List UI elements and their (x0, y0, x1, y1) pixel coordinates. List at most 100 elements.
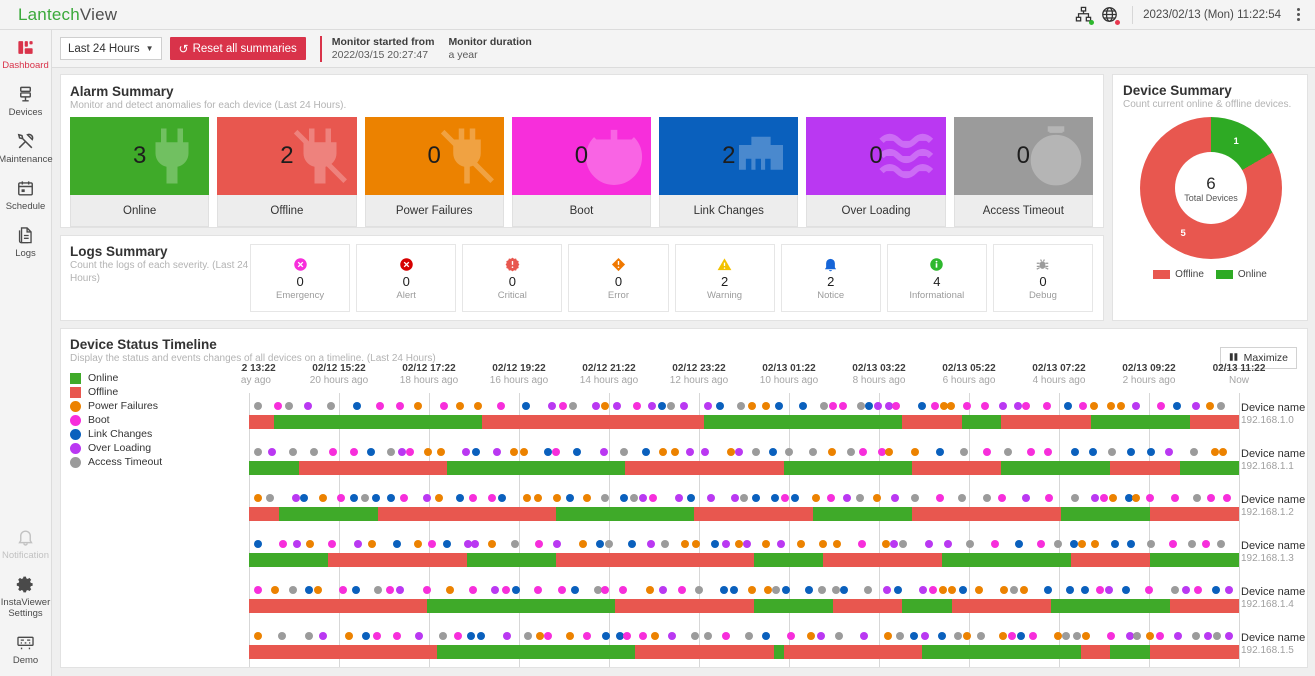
timeline-status-segment (754, 599, 833, 613)
globe-icon[interactable] (1096, 2, 1122, 28)
log-card-alert[interactable]: 0Alert (356, 244, 456, 312)
sidebar-item-schedule[interactable]: Schedule (0, 171, 52, 218)
timeline-event-dot (840, 586, 848, 594)
alarm-card-body: 0 (954, 117, 1093, 195)
alarm-card-link-changes[interactable]: 2Link Changes (659, 117, 798, 227)
log-card-warning[interactable]: 2Warning (675, 244, 775, 312)
timeline-legend-label: Power Failures (88, 400, 158, 412)
timeline-event-dot (553, 540, 561, 548)
timeline-event-dot (353, 402, 361, 410)
log-card-debug[interactable]: 0Debug (993, 244, 1093, 312)
donut-ring[interactable]: 1 5 6 Total Devices (1140, 117, 1282, 259)
timeline-event-dot (274, 402, 282, 410)
timeline-event-dot (289, 586, 297, 594)
timeline-status-segment (1091, 415, 1190, 429)
timeline-event-dot (544, 632, 552, 640)
more-options-icon[interactable] (1287, 2, 1309, 28)
sidebar-item-instaviewer-settings[interactable]: InstaViewerSettings (0, 567, 52, 625)
legend-item-online[interactable]: Online (1216, 269, 1267, 280)
timeline-device-entry[interactable]: Device name 5192.168.1.5 (1241, 623, 1308, 668)
alarm-card-boot[interactable]: 0Boot (512, 117, 651, 227)
alarm-card-over-loading[interactable]: 0Over Loading (806, 117, 945, 227)
sidebar-item-demo[interactable]: Demo (0, 625, 52, 672)
timeline-legend-item-offline[interactable]: Offline (70, 385, 240, 399)
log-card-label: Alert (396, 290, 416, 301)
timeline-event-dot (472, 448, 480, 456)
network-icon[interactable] (1070, 2, 1096, 28)
timeline-device-entry[interactable]: Device name 3192.168.1.3 (1241, 531, 1308, 577)
log-card-emergency[interactable]: 0Emergency (250, 244, 350, 312)
alarm-card-access-timeout[interactable]: 0Access Timeout (954, 117, 1093, 227)
timeline-event-dot (467, 632, 475, 640)
timeline-row[interactable] (249, 531, 1239, 577)
timeline-tick-relative: 20 hours ago (293, 375, 385, 387)
device-status-timeline-panel: Device Status Timeline Display the statu… (60, 328, 1308, 668)
timeline-legend-item-access-timeout[interactable]: Access Timeout (70, 455, 240, 469)
timeline-event-dot (1109, 494, 1117, 502)
alarm-card-offline[interactable]: 2Offline (217, 117, 356, 227)
timeline-device-entry[interactable]: Device name 0192.168.1.0 (1241, 393, 1308, 439)
timeline-legend-item-boot[interactable]: Boot (70, 413, 240, 427)
timeline-event-dot (748, 586, 756, 594)
timeline-row[interactable] (249, 577, 1239, 623)
timeline-status-segment (427, 599, 615, 613)
alarm-card-online[interactable]: 3Online (70, 117, 209, 227)
log-card-critical[interactable]: 0Critical (462, 244, 562, 312)
timeline-event-dot (512, 586, 520, 594)
log-card-label: Error (608, 290, 629, 301)
timeline-event-dot (885, 402, 893, 410)
logs-summary-header: Logs Summary Count the logs of each seve… (70, 244, 250, 320)
sidebar-item-logs[interactable]: Logs (0, 218, 52, 265)
timeline-status-segment (912, 507, 1061, 521)
reset-all-summaries-button[interactable]: ↺ Reset all summaries (170, 37, 306, 60)
timeline-row[interactable] (249, 623, 1239, 668)
sidebar-item-notification[interactable]: Notification (0, 520, 52, 567)
time-range-select[interactable]: Last 24 Hours ▼ (60, 37, 162, 60)
timeline-event-dot (345, 632, 353, 640)
timeline-status-segment (1170, 599, 1239, 613)
timeline-legend-item-link-changes[interactable]: Link Changes (70, 427, 240, 441)
timeline-event-dot (535, 540, 543, 548)
sidebar-item-devices[interactable]: Devices (0, 77, 52, 124)
timeline-status-segment (833, 599, 902, 613)
log-card-informational[interactable]: 4Informational (887, 244, 987, 312)
timeline-status-segment (1061, 507, 1150, 521)
timeline-row[interactable] (249, 393, 1239, 439)
device-summary-panel: Device Summary Count current online & of… (1112, 74, 1308, 321)
chevron-down-icon: ▼ (146, 44, 154, 53)
timeline-device-entry[interactable]: Device name 1192.168.1.1 (1241, 439, 1308, 485)
timeline-legend-item-power-failures[interactable]: Power Failures (70, 399, 240, 413)
legend-item-offline[interactable]: Offline (1153, 269, 1204, 280)
timeline-event-dot (1174, 632, 1182, 640)
log-card-notice[interactable]: 2Notice (781, 244, 881, 312)
timeline-status-segment (952, 599, 1051, 613)
log-card-error[interactable]: 0Error (568, 244, 668, 312)
timeline-event-dot (722, 632, 730, 640)
alarm-summary-subtitle: Monitor and detect anomalies for each de… (70, 99, 1093, 112)
timeline-event-dot (1107, 632, 1115, 640)
sidebar-item-dashboard[interactable]: Dashboard (0, 30, 52, 77)
timeline-device-name: Device name 1 (1241, 448, 1308, 461)
alarm-card-power-failures[interactable]: 0Power Failures (365, 117, 504, 227)
timeline-legend-item-online[interactable]: Online (70, 371, 240, 385)
divider (1132, 6, 1133, 24)
demo-icon (16, 632, 35, 652)
timeline-tick-relative: Now (1193, 375, 1285, 387)
sidebar-item-maintenance[interactable]: Maintenance (0, 124, 52, 171)
timeline-row[interactable] (249, 439, 1239, 485)
timeline-event-dot (707, 494, 715, 502)
timeline-event-dot (1169, 540, 1177, 548)
timeline-event-dot (704, 402, 712, 410)
timeline-legend-item-over-loading[interactable]: Over Loading (70, 441, 240, 455)
timeline-tick-relative: 4 hours ago (1013, 375, 1105, 387)
timeline-row[interactable] (249, 485, 1239, 531)
ethernet-icon (728, 123, 794, 189)
timeline-event-dot (958, 494, 966, 502)
timeline-event-dot (293, 540, 301, 548)
timeline-event-dot (1017, 632, 1025, 640)
timeline-device-entry[interactable]: Device name 4192.168.1.4 (1241, 577, 1308, 623)
timeline-device-entry[interactable]: Device name 2192.168.1.2 (1241, 485, 1308, 531)
timeline-event-dot (1117, 402, 1125, 410)
timeline-event-dot (1078, 540, 1086, 548)
timeline-event-dot (809, 448, 817, 456)
